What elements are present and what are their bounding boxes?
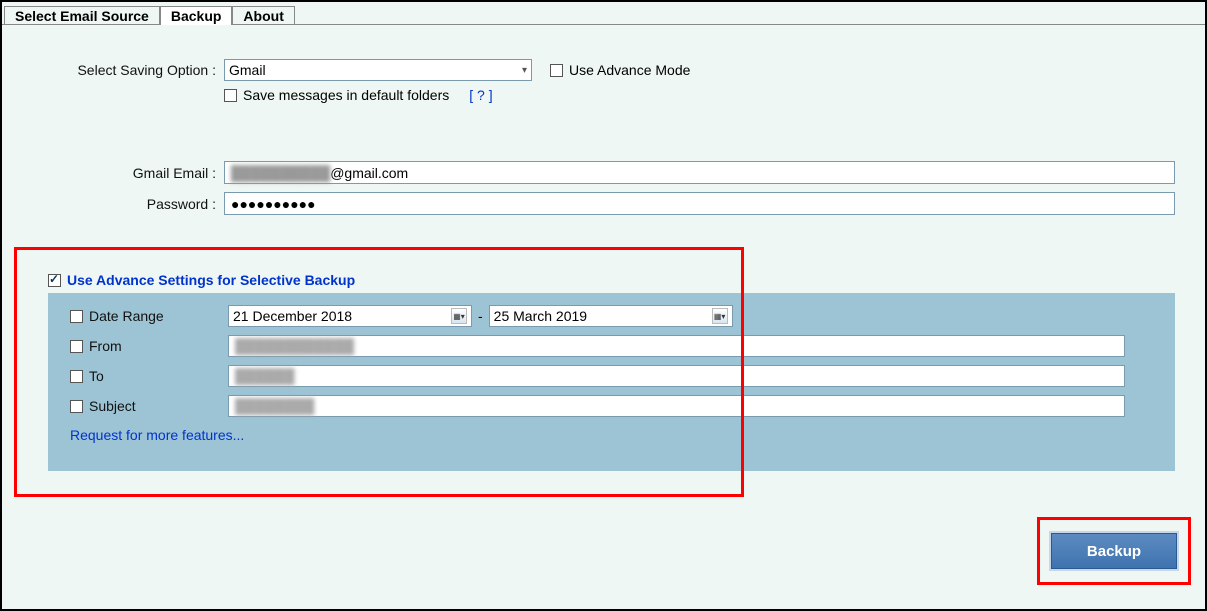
date-range-label: Date Range — [89, 308, 164, 324]
default-folders-row: Save messages in default folders [ ? ] — [2, 87, 1205, 103]
use-advance-mode-label: Use Advance Mode — [569, 62, 690, 78]
saving-option-select[interactable]: Gmail ▾ — [224, 59, 532, 81]
checkbox-icon — [224, 89, 237, 102]
subject-label: Subject — [89, 398, 136, 414]
password-row: Password : ●●●●●●●●●● — [2, 192, 1205, 215]
from-label: From — [89, 338, 122, 354]
checkbox-icon — [70, 400, 83, 413]
backup-button[interactable]: Backup — [1051, 533, 1177, 569]
subject-row: Subject ████████ — [48, 391, 1175, 421]
calendar-dropdown-icon: ▦▾ — [712, 308, 728, 324]
checkbox-icon — [70, 310, 83, 323]
default-folders-checkbox[interactable]: Save messages in default folders — [224, 87, 449, 103]
to-input[interactable]: ██████ — [228, 365, 1125, 387]
saving-option-label: Select Saving Option : — [2, 62, 224, 78]
advance-settings-label: Use Advance Settings for Selective Backu… — [67, 272, 355, 288]
checkbox-checked-icon — [48, 274, 61, 287]
password-label: Password : — [2, 196, 224, 212]
date-to-picker[interactable]: 25 March 2019 ▦▾ — [489, 305, 733, 327]
advance-settings-checkbox[interactable]: Use Advance Settings for Selective Backu… — [48, 272, 355, 288]
date-range-checkbox[interactable]: Date Range — [70, 308, 164, 324]
app-window: Select Email Source Backup About Select … — [0, 0, 1207, 611]
default-folders-label: Save messages in default folders — [243, 87, 449, 103]
subject-input[interactable]: ████████ — [228, 395, 1125, 417]
checkbox-icon — [70, 370, 83, 383]
subject-value: ████████ — [235, 398, 314, 414]
date-to-value: 25 March 2019 — [494, 308, 587, 324]
help-link[interactable]: [ ? ] — [469, 87, 492, 103]
tab-backup[interactable]: Backup — [160, 6, 233, 25]
tab-panel-backup: Select Saving Option : Gmail ▾ Use Advan… — [2, 24, 1205, 609]
to-checkbox[interactable]: To — [70, 368, 104, 384]
highlight-box-backup: Backup — [1037, 517, 1191, 585]
to-label: To — [89, 368, 104, 384]
tab-select-email-source[interactable]: Select Email Source — [4, 6, 160, 25]
tab-about[interactable]: About — [232, 6, 294, 25]
subject-checkbox[interactable]: Subject — [70, 398, 136, 414]
date-range-row: Date Range 21 December 2018 ▦▾ - 25 Marc… — [48, 301, 1175, 331]
calendar-dropdown-icon: ▦▾ — [451, 308, 467, 324]
from-value: ████████████ — [235, 338, 354, 354]
checkbox-icon — [550, 64, 563, 77]
request-more-features-link[interactable]: Request for more features... — [48, 421, 1175, 443]
from-checkbox[interactable]: From — [70, 338, 122, 354]
gmail-email-suffix: @gmail.com — [330, 165, 408, 181]
gmail-email-masked: ██████████ — [231, 165, 330, 181]
saving-option-value: Gmail — [229, 62, 266, 78]
password-value: ●●●●●●●●●● — [231, 196, 316, 212]
advance-settings-panel: Date Range 21 December 2018 ▦▾ - 25 Marc… — [48, 293, 1175, 471]
date-from-picker[interactable]: 21 December 2018 ▦▾ — [228, 305, 472, 327]
saving-option-row: Select Saving Option : Gmail ▾ Use Advan… — [2, 59, 1205, 81]
checkbox-icon — [70, 340, 83, 353]
from-input[interactable]: ████████████ — [228, 335, 1125, 357]
date-from-value: 21 December 2018 — [233, 308, 352, 324]
use-advance-mode-checkbox[interactable]: Use Advance Mode — [550, 62, 690, 78]
date-range-separator: - — [478, 308, 483, 324]
gmail-email-input[interactable]: ██████████ @gmail.com — [224, 161, 1175, 184]
to-row: To ██████ — [48, 361, 1175, 391]
password-input[interactable]: ●●●●●●●●●● — [224, 192, 1175, 215]
email-row: Gmail Email : ██████████ @gmail.com — [2, 161, 1205, 184]
gmail-email-label: Gmail Email : — [2, 165, 224, 181]
chevron-down-icon: ▾ — [522, 65, 527, 76]
tab-bar: Select Email Source Backup About — [2, 2, 1205, 24]
from-row: From ████████████ — [48, 331, 1175, 361]
to-value: ██████ — [235, 368, 295, 384]
